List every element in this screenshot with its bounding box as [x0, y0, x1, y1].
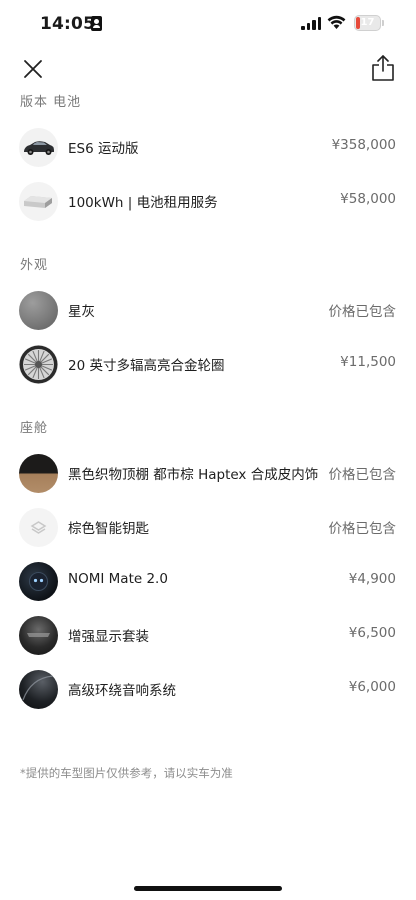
list-item-smart-key[interactable]: 棕色智能钥匙 价格已包含 — [0, 501, 416, 553]
battery-pack-icon — [19, 182, 58, 221]
list-item-display-package[interactable]: 增强显示套装 ¥6,500 — [0, 609, 416, 661]
list-item-paint[interactable]: 星灰 价格已包含 — [0, 284, 416, 336]
item-price: 价格已包含 — [328, 304, 397, 320]
battery-level: 17 — [360, 17, 375, 28]
section-title-version-battery: 版本 电池 — [20, 95, 82, 110]
cellular-signal-icon — [301, 17, 321, 30]
section-title-cabin: 座舱 — [20, 421, 49, 436]
wheel-icon — [19, 345, 58, 384]
item-price: ¥11,500 — [340, 354, 396, 370]
item-price: ¥6,500 — [348, 625, 396, 641]
list-item-nomi[interactable]: NOMI Mate 2.0 ¥4,900 — [0, 555, 416, 607]
item-price: 价格已包含 — [328, 467, 397, 483]
color-swatch-icon — [19, 291, 58, 330]
speaker-icon — [19, 670, 58, 709]
share-icon[interactable] — [370, 54, 396, 82]
item-price: ¥6,000 — [348, 679, 396, 695]
item-price: ¥58,000 — [340, 191, 396, 207]
item-name: NOMI Mate 2.0 — [68, 571, 168, 587]
battery-icon: 17 — [354, 15, 381, 31]
car-icon — [19, 128, 58, 167]
item-name: 20 英寸多辐高亮合金轮圈 — [68, 358, 225, 374]
item-name: 增强显示套装 — [68, 629, 149, 645]
list-item-interior[interactable]: 黑色织物顶棚 都市棕 Haptex 合成皮内饰 价格已包含 — [0, 447, 416, 499]
display-icon — [19, 616, 58, 655]
item-price: 价格已包含 — [328, 521, 397, 537]
status-time: 14:05 — [40, 14, 96, 34]
battery-cap — [382, 20, 384, 26]
item-name: ES6 运动版 — [68, 141, 139, 157]
close-icon[interactable] — [20, 56, 46, 82]
list-item-audio[interactable]: 高级环绕音响系统 ¥6,000 — [0, 663, 416, 715]
item-name: 黑色织物顶棚 都市棕 Haptex 合成皮内饰 — [68, 467, 319, 483]
item-price: ¥4,900 — [348, 571, 396, 587]
list-item-wheels[interactable]: 20 英寸多辐高亮合金轮圈 ¥11,500 — [0, 338, 416, 390]
wifi-icon — [327, 15, 346, 29]
item-name: 棕色智能钥匙 — [68, 521, 149, 537]
key-icon — [19, 508, 58, 547]
section-title-exterior: 外观 — [20, 258, 49, 273]
item-price: ¥358,000 — [331, 137, 396, 153]
status-bar: 14:05 17 — [0, 0, 416, 50]
disclaimer-footnote: *提供的车型图片仅供参考，请以实车为准 — [20, 766, 233, 780]
contact-card-icon — [91, 16, 102, 31]
nomi-icon — [19, 562, 58, 601]
list-item-model[interactable]: ES6 运动版 ¥358,000 — [0, 121, 416, 173]
item-name: 高级环绕音响系统 — [68, 683, 176, 699]
nav-bar — [0, 50, 416, 88]
interior-swatch-icon — [19, 454, 58, 493]
home-indicator[interactable] — [134, 886, 282, 891]
list-item-battery[interactable]: 100kWh | 电池租用服务 ¥58,000 — [0, 175, 416, 227]
item-name: 100kWh | 电池租用服务 — [68, 195, 218, 211]
item-name: 星灰 — [68, 304, 95, 320]
